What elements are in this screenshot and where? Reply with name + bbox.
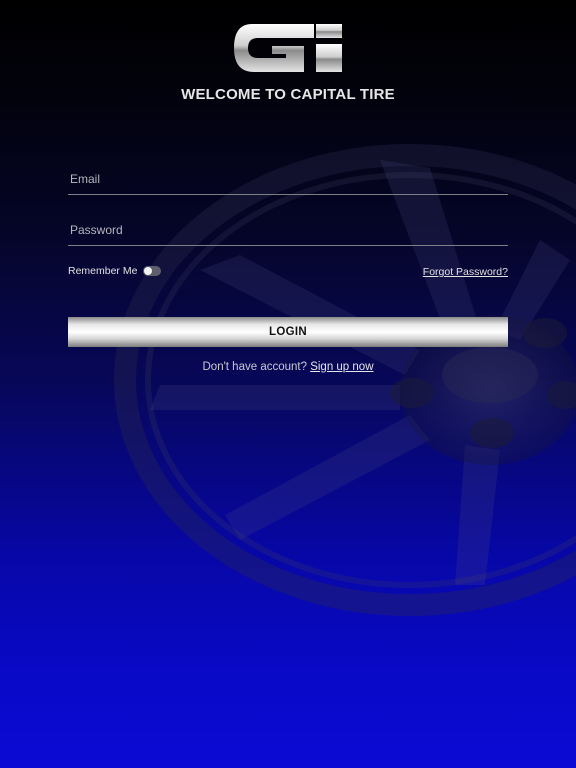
password-field-container [68,215,508,246]
sign-up-link[interactable]: Sign up now [310,361,373,373]
signup-prompt-row: Don't have account? Sign up now [0,361,576,373]
remember-me-toggle[interactable] [143,266,162,276]
forgot-password-link[interactable]: Forgot Password? [423,266,508,278]
login-button[interactable]: LOGIN [68,317,508,347]
email-field[interactable] [68,164,508,194]
capital-tire-logo [234,24,342,72]
welcome-title: WELCOME TO CAPITAL TIRE [181,86,395,103]
signup-prompt-text: Don't have account? [202,361,308,373]
remember-me-label: Remember Me [68,265,138,277]
password-field[interactable] [68,215,508,245]
background-wheel-image [114,144,576,616]
email-field-container [68,164,508,195]
remember-me-row: Remember Me [68,265,162,277]
toggle-knob [144,267,153,275]
